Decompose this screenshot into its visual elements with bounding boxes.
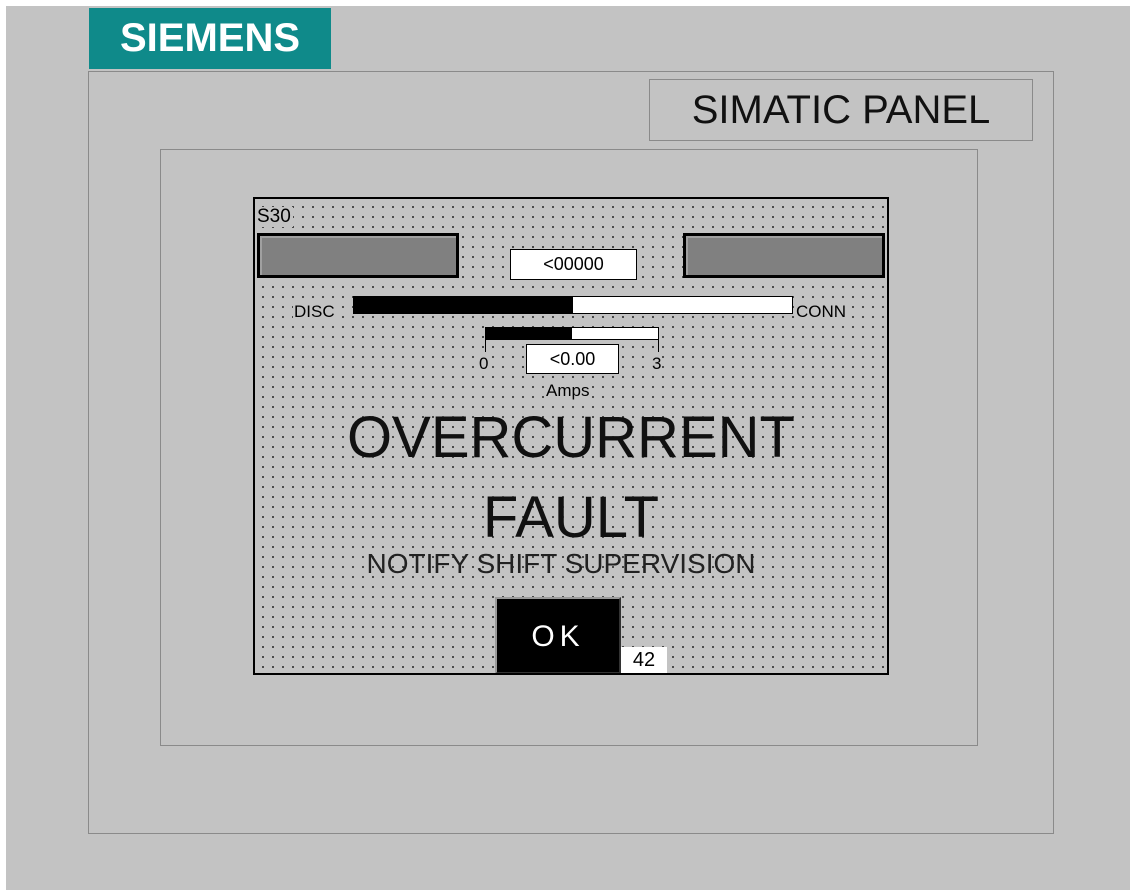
right-function-button[interactable] <box>683 233 885 278</box>
current-bar-min-tick <box>485 340 486 352</box>
counter-display: <00000 <box>510 249 637 280</box>
conn-label: CONN <box>795 302 848 321</box>
alarm-title-line2: FAULT <box>482 485 660 550</box>
ok-button[interactable]: OK <box>495 597 621 673</box>
current-unit-label: Amps <box>545 381 591 400</box>
current-bar-fill <box>486 328 572 339</box>
alarm-message: NOTIFY SHIFT SUPERVISION <box>366 548 756 579</box>
screen-id-label: S30 <box>257 206 293 227</box>
current-value-display: <0.00 <box>526 344 619 374</box>
disc-label: DISC <box>293 302 336 321</box>
hmi-screen: S30 <00000 DISC CONN 0 <0.00 3 Amps OVER… <box>253 197 889 675</box>
alarm-title-line1: OVERCURRENT <box>347 405 795 470</box>
screen-tag-number: 42 <box>621 647 667 673</box>
siemens-logo: SIEMENS <box>89 8 331 69</box>
left-function-button[interactable] <box>257 233 459 278</box>
panel-model-label: SIMATIC PANEL <box>649 79 1033 141</box>
position-bar-fill <box>354 297 573 313</box>
current-bar-max-tick <box>658 340 659 352</box>
current-min-label: 0 <box>478 354 490 373</box>
current-bar <box>485 327 659 340</box>
current-max-label: 3 <box>651 354 663 373</box>
position-bar <box>353 296 793 314</box>
